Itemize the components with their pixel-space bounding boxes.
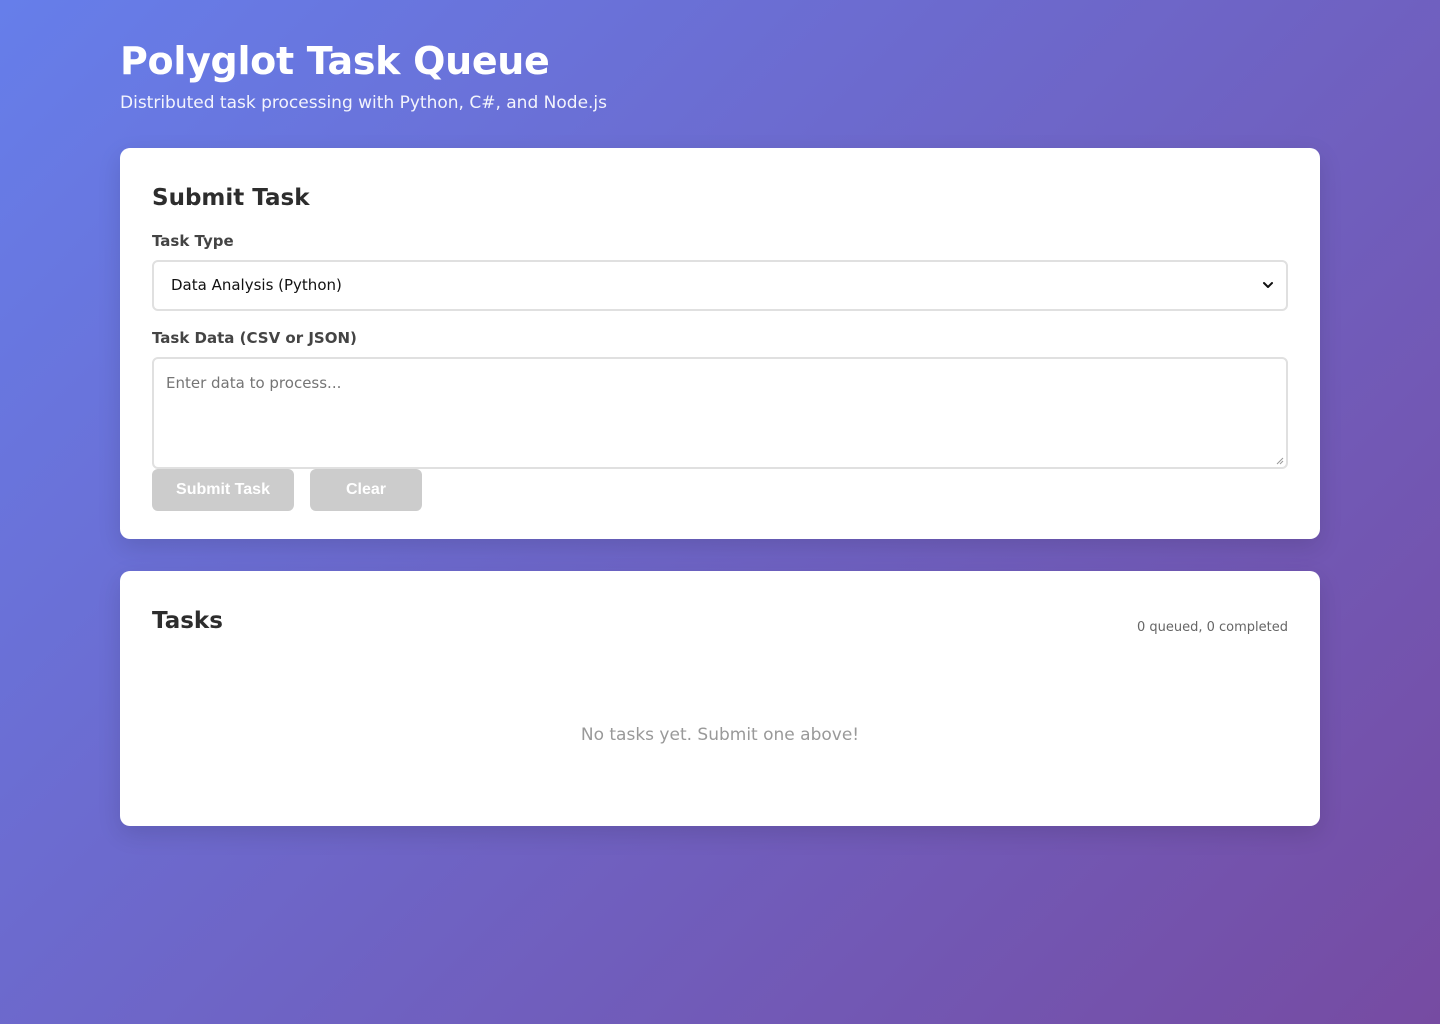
tasks-card-title: Tasks (152, 608, 223, 634)
app-header: Polyglot Task Queue Distributed task pro… (120, 0, 1320, 148)
task-type-label: Task Type (152, 232, 234, 250)
task-type-select[interactable]: Data Analysis (Python) (152, 260, 1288, 311)
submit-actions: Submit Task Clear All (152, 469, 1288, 540)
task-data-textarea[interactable]: Enter data to process... (152, 357, 1288, 469)
tasks-empty-state: No tasks yet. Submit one above! (580, 725, 860, 745)
clear-all-button[interactable]: Clear All (310, 469, 422, 540)
tasks-stats: 0 queued, 0 completed (1136, 620, 1288, 635)
submit-task-button[interactable]: Submit Task (152, 469, 294, 511)
tasks-header: Tasks 0 queued, 0 completed (152, 603, 1288, 637)
tasks-card: Tasks 0 queued, 0 completed No tasks yet… (120, 571, 1320, 826)
task-data-label: Task Data (CSV or JSON) (152, 329, 357, 347)
submit-task-card: Submit Task Task Type Data Analysis (Pyt… (120, 148, 1320, 540)
chevron-down-icon (1263, 282, 1273, 288)
task-type-selected-value: Data Analysis (Python) (171, 276, 342, 294)
task-data-placeholder: Enter data to process... (166, 374, 342, 392)
app-container: Polyglot Task Queue Distributed task pro… (120, 0, 1320, 826)
page-subtitle: Distributed task processing with Python,… (120, 93, 608, 113)
submit-card-title: Submit Task (152, 185, 310, 211)
page-title: Polyglot Task Queue (120, 39, 550, 83)
resize-handle-icon[interactable] (1274, 455, 1284, 465)
